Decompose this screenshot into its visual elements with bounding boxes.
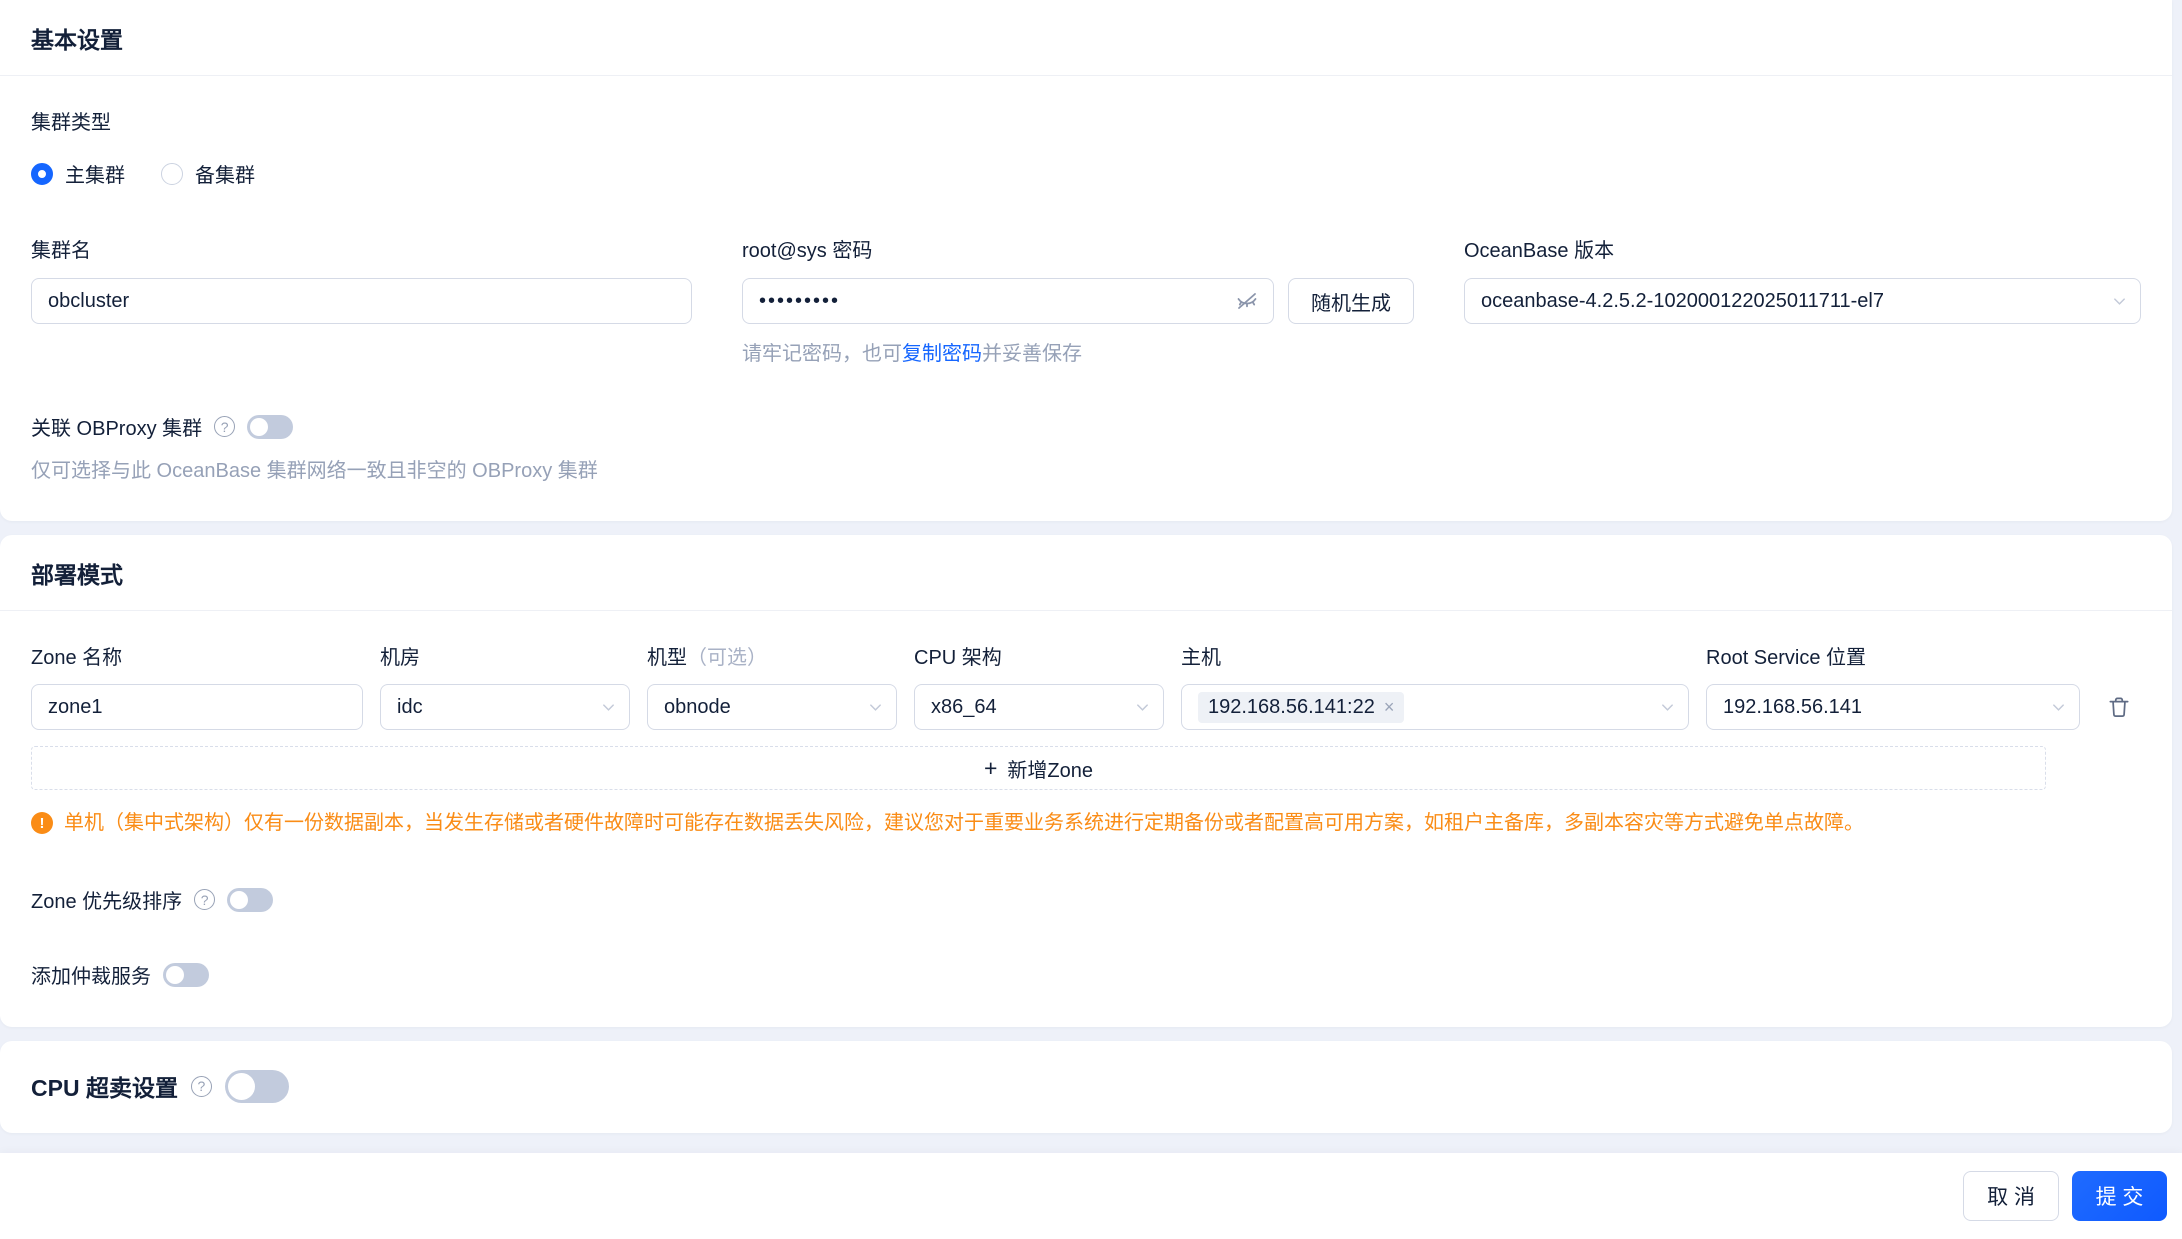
footer-action-bar: 取 消 提 交 xyxy=(0,1153,2182,1239)
eye-invisible-icon[interactable] xyxy=(1235,289,1259,313)
chevron-down-icon xyxy=(1135,700,1150,715)
host-tag: 192.168.56.141:22 × xyxy=(1198,691,1405,723)
radio-standby-cluster[interactable]: 备集群 xyxy=(161,159,255,188)
radio-unselected-icon xyxy=(161,162,183,185)
cluster-name-label: 集群名 xyxy=(31,240,91,262)
machine-select[interactable]: obnode xyxy=(647,684,897,730)
chevron-down-icon xyxy=(1660,700,1675,715)
password-input[interactable]: ••••••••• xyxy=(742,278,1274,324)
machine-optional-label: （可选） xyxy=(687,647,767,669)
obproxy-hint: 仅可选择与此 OceanBase 集群网络一致且非空的 OBProxy 集群 xyxy=(31,460,598,482)
cancel-button[interactable]: 取 消 xyxy=(1963,1171,2059,1221)
chevron-down-icon xyxy=(601,700,616,715)
zone-row: Zone 名称 机房 idc 机型（可选） obnode xyxy=(31,641,2141,730)
machine-select-value: obnode xyxy=(664,695,731,718)
plus-icon: + xyxy=(983,754,998,781)
single-node-warning: ! 单机（集中式架构）仅有一份数据副本，当发生存储或者硬件故障时可能存在数据丢失… xyxy=(31,809,2141,837)
delete-zone-trash-icon[interactable] xyxy=(2106,694,2132,720)
idc-select-value: idc xyxy=(397,695,423,718)
radio-primary-cluster-label: 主集群 xyxy=(65,165,125,187)
obproxy-label: 关联 OBProxy 集群 xyxy=(31,418,203,440)
version-select-value: oceanbase-4.2.5.2-102000122025011711-el7 xyxy=(1481,289,1884,312)
warning-text: 单机（集中式架构）仅有一份数据副本，当发生存储或者硬件故障时可能存在数据丢失风险… xyxy=(64,812,1864,834)
idc-column-label: 机房 xyxy=(380,647,420,669)
version-label: OceanBase 版本 xyxy=(1464,240,1615,262)
cpu-arch-select-value: x86_64 xyxy=(931,695,997,718)
root-service-column-label: Root Service 位置 xyxy=(1706,647,1867,669)
root-service-select-value: 192.168.56.141 xyxy=(1723,695,1863,718)
cpu-arch-column-label: CPU 架构 xyxy=(914,647,1002,669)
chevron-down-icon xyxy=(2112,294,2127,309)
cpu-arch-select[interactable]: x86_64 xyxy=(914,684,1164,730)
host-tag-value: 192.168.56.141:22 xyxy=(1208,695,1375,718)
cpu-oversell-title: CPU 超卖设置 xyxy=(31,1075,178,1101)
random-generate-button[interactable]: 随机生成 xyxy=(1288,278,1414,324)
zone-priority-label: Zone 优先级排序 xyxy=(31,891,183,913)
password-hint-suffix: 并妥善保存 xyxy=(982,343,1082,365)
zone-name-column-label: Zone 名称 xyxy=(31,647,123,669)
password-masked-value: ••••••••• xyxy=(759,289,841,312)
deploy-mode-title: 部署模式 xyxy=(31,561,123,588)
cpu-oversell-card: CPU 超卖设置 ? xyxy=(0,1041,2172,1133)
host-column-label: 主机 xyxy=(1181,647,1221,669)
zone-name-input[interactable] xyxy=(31,684,363,730)
cluster-type-label: 集群类型 xyxy=(31,112,111,134)
question-circle-icon[interactable]: ? xyxy=(214,416,236,437)
version-select[interactable]: oceanbase-4.2.5.2-102000122025011711-el7 xyxy=(1464,278,2141,324)
root-service-select[interactable]: 192.168.56.141 xyxy=(1706,684,2080,730)
tag-close-icon[interactable]: × xyxy=(1384,698,1395,716)
arbitration-label: 添加仲裁服务 xyxy=(31,966,151,988)
question-circle-icon[interactable]: ? xyxy=(190,1075,212,1097)
host-multiselect[interactable]: 192.168.56.141:22 × xyxy=(1181,684,1689,730)
zone-priority-toggle[interactable] xyxy=(227,887,274,912)
cluster-name-input[interactable] xyxy=(31,278,692,324)
machine-column-label: 机型（可选） xyxy=(647,647,767,669)
idc-select[interactable]: idc xyxy=(380,684,630,730)
add-zone-button[interactable]: + 新增Zone xyxy=(31,746,2046,790)
password-hint: 请牢记密码，也可复制密码并妥善保存 xyxy=(742,337,1414,366)
add-zone-label: 新增Zone xyxy=(1007,759,1094,782)
copy-password-link[interactable]: 复制密码 xyxy=(902,343,982,365)
password-hint-prefix: 请牢记密码，也可 xyxy=(742,343,902,365)
warning-icon: ! xyxy=(31,812,53,834)
cpu-oversell-toggle[interactable] xyxy=(224,1069,289,1103)
arbitration-toggle[interactable] xyxy=(163,962,209,987)
submit-button[interactable]: 提 交 xyxy=(2072,1171,2167,1221)
radio-standby-cluster-label: 备集群 xyxy=(195,165,255,187)
basic-settings-header: 基本设置 xyxy=(0,0,2172,76)
cluster-type-radio-group: 主集群 备集群 xyxy=(31,159,2141,188)
radio-selected-icon xyxy=(31,162,53,185)
obproxy-toggle[interactable] xyxy=(247,414,294,439)
password-label: root@sys 密码 xyxy=(742,240,873,262)
question-circle-icon[interactable]: ? xyxy=(194,889,216,910)
chevron-down-icon xyxy=(2051,700,2066,715)
basic-settings-card: 基本设置 集群类型 主集群 备集群 集群名 root@sys 密码 xyxy=(0,0,2172,521)
basic-settings-title: 基本设置 xyxy=(31,26,123,53)
deploy-mode-header: 部署模式 xyxy=(0,535,2172,611)
deploy-mode-card: 部署模式 Zone 名称 机房 idc 机型（可选） obnode xyxy=(0,535,2172,1027)
radio-primary-cluster[interactable]: 主集群 xyxy=(31,159,125,188)
chevron-down-icon xyxy=(868,700,883,715)
